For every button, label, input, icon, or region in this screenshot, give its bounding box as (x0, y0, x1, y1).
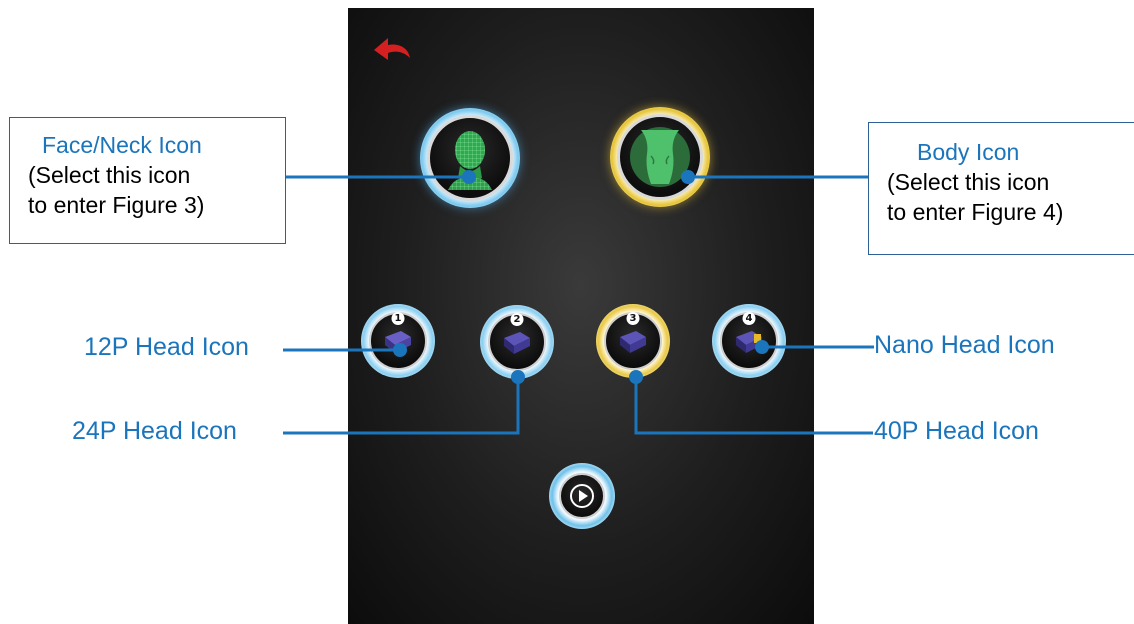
head-nano-label: Nano Head Icon (874, 331, 1055, 359)
callout-line: to enter Figure 4) (887, 199, 1064, 225)
head-12p-label: 12P Head Icon (84, 333, 249, 361)
callout-leader-lines (283, 170, 874, 435)
callout-title: Body Icon (917, 139, 1020, 165)
callout-line: to enter Figure 3) (28, 192, 205, 218)
callout-title: Face/Neck Icon (42, 132, 202, 158)
head-40p-label: 40P Head Icon (874, 417, 1039, 445)
callout-line: (Select this icon (28, 162, 191, 188)
head-24p-label: 24P Head Icon (72, 417, 237, 445)
callout-line: (Select this icon (887, 169, 1050, 195)
body-callout: Body Icon (Select this icon to enter Fig… (868, 122, 1134, 255)
face-neck-callout: Face/Neck Icon (Select this icon to ente… (9, 117, 286, 244)
